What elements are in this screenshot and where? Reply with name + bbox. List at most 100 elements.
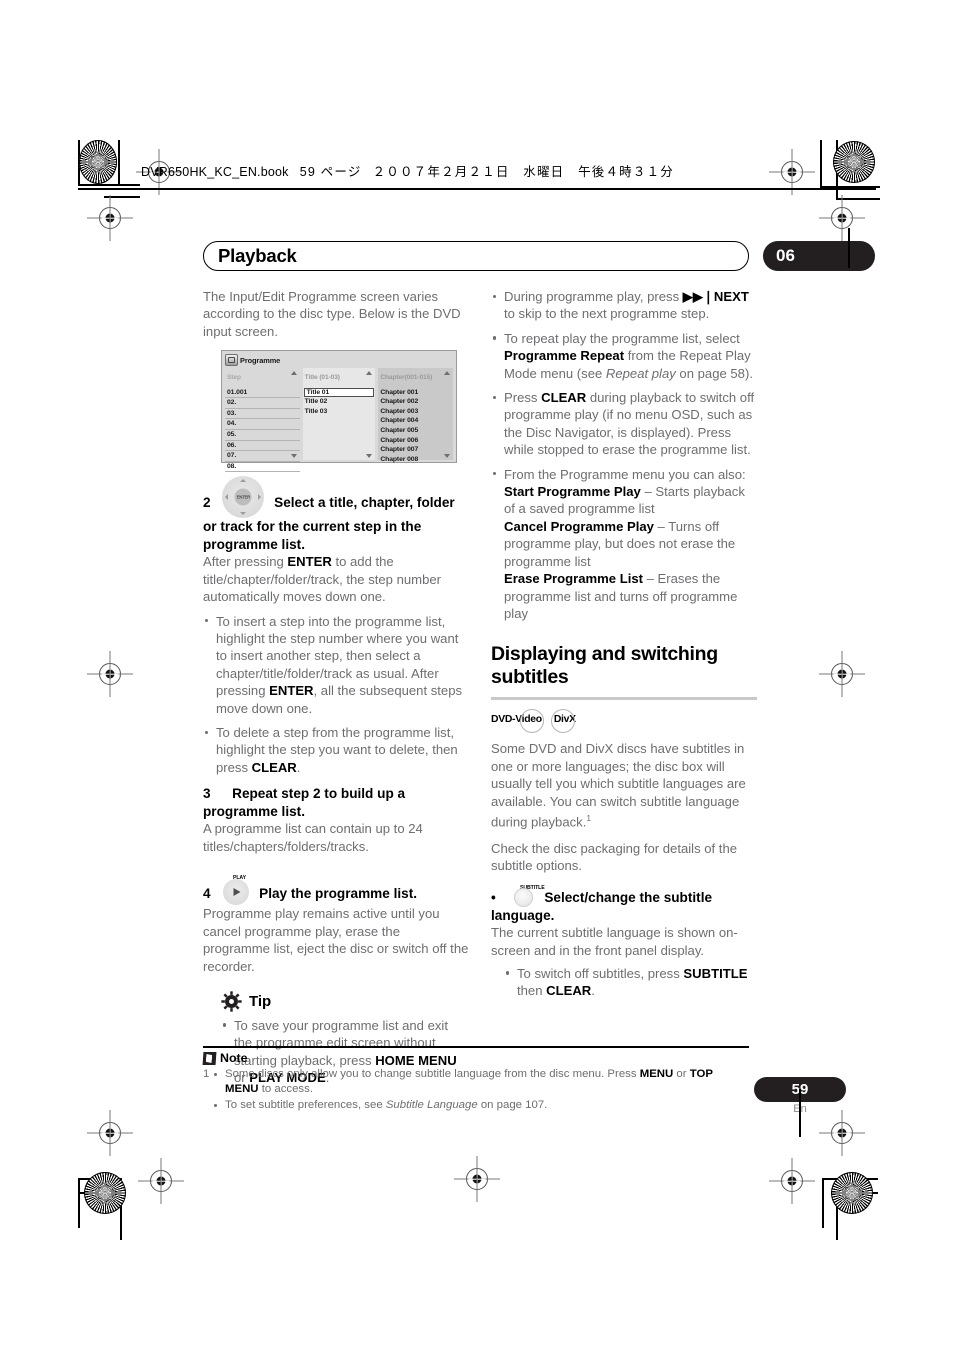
- bullet-text-bold-2: CLEAR: [546, 983, 592, 999]
- scroll-up-arrow-icon[interactable]: [290, 371, 297, 376]
- bullet-dot-icon: [506, 971, 510, 975]
- bullet-text-pre: During programme play, press: [504, 289, 683, 304]
- left-column: The Input/Edit Programme screen varies a…: [203, 288, 469, 1094]
- subtitle-step-body: The current subtitle language is shown o…: [491, 925, 738, 958]
- bullet-text-bold: Programme Repeat: [504, 348, 625, 364]
- osd-row[interactable]: Chapter 004: [378, 416, 453, 426]
- osd-row[interactable]: 06.: [225, 441, 300, 452]
- subtitle-bullet-list: To switch off subtitles, press SUBTITLE …: [491, 965, 757, 1000]
- next-glyph-icon: ▶▶❘: [682, 289, 714, 304]
- osd-row[interactable]: Chapter 003: [378, 407, 453, 417]
- osd-row[interactable]: Chapter 007: [378, 445, 453, 455]
- note-text-pre: To set subtitle preferences, see: [225, 1098, 386, 1111]
- osd-step-column: Step 01.001 02. 03. 04. 05. 06. 07. 08.: [225, 368, 300, 473]
- bullet-text-bold: CLEAR: [541, 390, 587, 406]
- list-item: Press CLEAR during playback to switch of…: [491, 389, 757, 459]
- enter-key-icon[interactable]: ENTER: [222, 476, 265, 519]
- osd-chapter-column: Chapter(001-015) Chapter 001 Chapter 002…: [378, 368, 453, 463]
- osd-row[interactable]: 08.: [225, 462, 300, 473]
- osd-window-title: Programme: [240, 355, 281, 365]
- step-4-body: Programme play remains active until you …: [203, 906, 469, 974]
- osd-row[interactable]: Chapter 005: [378, 426, 453, 436]
- bullet-text-post: .: [296, 759, 301, 775]
- note-body: 1 Some discs only allow you to change su…: [203, 1067, 749, 1113]
- osd-row[interactable]: Title 02: [303, 397, 376, 407]
- note-block: Note 1 Some discs only allow you to chan…: [202, 1046, 749, 1113]
- gear-icon: [221, 991, 242, 1012]
- scroll-up-arrow-icon[interactable]: [366, 371, 373, 376]
- list-item: To delete a step from the programme list…: [203, 724, 469, 776]
- osd-row[interactable]: 01.001: [225, 388, 300, 399]
- note-text-italic: Subtitle Language: [385, 1098, 478, 1111]
- bullet-dot-icon: [214, 1073, 217, 1077]
- osd-row[interactable]: 07.: [225, 451, 300, 462]
- osd-row[interactable]: Chapter 006: [378, 436, 453, 446]
- bullet-text-mid: then: [517, 983, 547, 999]
- osd-row[interactable]: Chapter 002: [378, 397, 453, 407]
- badge-divx: DivX: [550, 708, 576, 733]
- intro-paragraph: The Input/Edit Programme screen varies a…: [203, 289, 461, 339]
- registration-target: [781, 161, 803, 183]
- list-item: To repeat play the programme list, selec…: [491, 330, 757, 382]
- registration-target: [150, 1170, 172, 1192]
- registration-rosette: [79, 140, 117, 184]
- registration-target: [466, 1168, 488, 1190]
- osd-row[interactable]: Title 03: [303, 407, 376, 417]
- crop-mark-line: [822, 1180, 824, 1228]
- note-text-post: on page 107.: [477, 1098, 548, 1111]
- registration-rosette: [833, 141, 875, 183]
- step-2-body: After pressing ENTER to add the title/ch…: [203, 553, 469, 605]
- print-header-page: 59 ページ: [299, 165, 362, 179]
- step-3-number: 3: [203, 786, 211, 802]
- note-text-post: to access.: [258, 1083, 313, 1096]
- scroll-up-arrow-icon[interactable]: [444, 371, 450, 376]
- registration-rosette: [84, 1172, 126, 1214]
- enter-key-label: ENTER: [234, 488, 252, 506]
- play-key-icon[interactable]: [223, 879, 250, 906]
- bullet-text-bold: CLEAR: [251, 759, 297, 775]
- print-header-date: ２００７年２月２１日 水曜日 午後４時３１分: [372, 165, 674, 179]
- step-3: 3 Repeat step 2 to build up a programme …: [203, 785, 469, 820]
- scroll-down-arrow-icon[interactable]: [366, 454, 373, 459]
- registration-rosette: [831, 1172, 873, 1214]
- print-header-strip: DVR650HK_KC_EN.book 59 ページ ２００７年２月２１日 水曜…: [141, 161, 674, 180]
- badge-label: DVD-Video: [491, 713, 542, 725]
- scroll-down-arrow-icon[interactable]: [290, 454, 297, 459]
- osd-row[interactable]: 02.: [225, 398, 300, 409]
- registration-target: [781, 1170, 803, 1192]
- bullet-text-pre: To switch off subtitles, press: [517, 965, 684, 981]
- menu-item-cancel-programme-play[interactable]: Cancel Programme Play: [504, 519, 654, 534]
- osd-column-header: Chapter(001-015): [380, 374, 433, 382]
- menu-intro-text: From the Programme menu you can also:: [504, 466, 746, 482]
- footnote-marker: 1: [586, 812, 592, 823]
- bullet-text-bold: ENTER: [269, 683, 314, 699]
- subtitle-key-icon[interactable]: [513, 887, 533, 907]
- menu-item-start-programme-play[interactable]: Start Programme Play: [504, 484, 641, 499]
- osd-row[interactable]: Chapter 001: [378, 388, 453, 398]
- osd-row-selected[interactable]: Title 01: [303, 387, 375, 398]
- bullet-dot-icon: [493, 336, 497, 340]
- badge-dvd-video: DVD-Video: [491, 708, 544, 733]
- step-2-body-bold: ENTER: [287, 554, 332, 570]
- subtitles-paragraph-1: Some DVD and DivX discs have subtitles i…: [491, 740, 757, 830]
- step-3-body: A programme list can contain up to 24 ti…: [203, 821, 423, 854]
- registration-target: [831, 207, 853, 229]
- osd-row[interactable]: Chapter 008: [378, 455, 453, 465]
- note-item-index: 1: [203, 1068, 210, 1081]
- crop-mark-line: [820, 140, 822, 188]
- note-text-mid: or: [673, 1068, 690, 1081]
- step-3-heading: Repeat step 2 to build up a programme li…: [203, 786, 406, 819]
- step-2-body-pre: After pressing: [203, 554, 288, 570]
- section-heading: Displaying and switching subtitles: [491, 643, 718, 688]
- bullet-text-pre: Press: [504, 390, 542, 406]
- osd-row[interactable]: 04.: [225, 419, 300, 430]
- note-text-bold-1: MENU: [639, 1068, 674, 1081]
- menu-item-erase-programme-list[interactable]: Erase Programme List: [504, 571, 643, 586]
- bullet-dot-icon: [493, 472, 497, 476]
- playback-bullet-list: During programme play, press ▶▶❘NEXT to …: [491, 288, 757, 622]
- osd-column-header: Title (01-03): [304, 374, 340, 382]
- osd-row[interactable]: 05.: [225, 430, 300, 441]
- step-2-bullet-list: To insert a step into the programme list…: [203, 613, 469, 777]
- scroll-down-arrow-icon[interactable]: [444, 454, 450, 459]
- osd-row[interactable]: 03.: [225, 409, 300, 420]
